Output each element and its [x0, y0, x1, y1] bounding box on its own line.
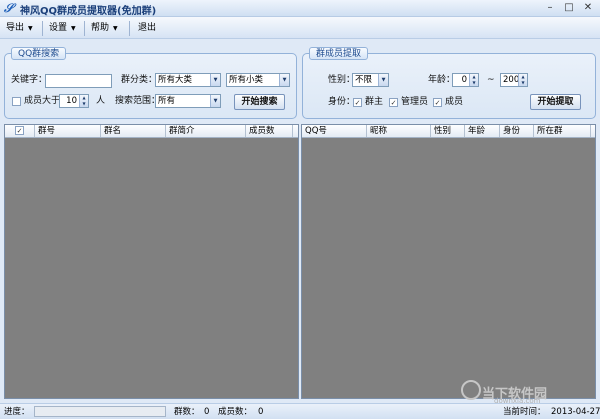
menu-exit[interactable]: 退出 [138, 21, 156, 36]
close-button[interactable]: ✕ [580, 2, 596, 15]
window-title: 神风QQ群成员提取器(免加群) [20, 6, 157, 17]
status-bar: 进度： 群数： 0 成员数： 0 当前时间： 2013-04-27 [0, 403, 600, 419]
column-source-group[interactable]: 所在群 [534, 125, 591, 137]
member-count-label: 成员数： [218, 407, 253, 417]
spinner-arrows-icon[interactable]: ▲ ▼ [79, 95, 88, 107]
menu-exit-label: 退出 [138, 23, 157, 33]
chevron-down-icon[interactable]: ▼ [210, 95, 220, 107]
column-nickname[interactable]: 昵称 [367, 125, 431, 137]
identity-label: 身份： [328, 97, 356, 107]
role-admin-checkbox[interactable]: ✓ [389, 98, 398, 107]
select-all-checkbox[interactable]: ✓ [15, 126, 24, 135]
qq-group-search-title: QQ群搜索 [11, 47, 67, 60]
chevron-down-icon: ▼ [28, 25, 33, 32]
members-over-label: 成员大于 [24, 96, 61, 106]
menu-separator [129, 21, 130, 36]
members-over-value: 10 [66, 96, 77, 106]
group-table-header: ✓ 群号 群名 群简介 成员数 [5, 125, 298, 138]
column-group-name[interactable]: 群名 [101, 125, 166, 137]
column-gender[interactable]: 性别 [431, 125, 465, 137]
member-table[interactable]: QQ号 昵称 性别 年龄 身份 所在群 [301, 124, 596, 399]
category-minor-value: 所有小类 [229, 75, 264, 85]
spinner-arrows-icon[interactable]: ▲ ▼ [469, 74, 478, 86]
column-age[interactable]: 年龄 [465, 125, 500, 137]
members-over-spinner[interactable]: 10 ▲ ▼ [59, 94, 89, 108]
gender-value: 不限 [355, 75, 373, 85]
age-label: 年龄： [428, 75, 456, 85]
member-table-header: QQ号 昵称 性别 年龄 身份 所在群 [302, 125, 595, 138]
group-count-value: 0 [204, 407, 210, 417]
age-to-spinner[interactable]: 200 ▲ ▼ [500, 73, 528, 87]
chevron-down-icon[interactable]: ▼ [210, 74, 220, 86]
scope-label: 搜索范围： [115, 96, 161, 106]
member-count-value: 0 [258, 407, 264, 417]
chevron-down-icon[interactable]: ▼ [279, 74, 289, 86]
column-qq-number[interactable]: QQ号 [302, 125, 367, 137]
scope-select[interactable]: 所有 ▼ [155, 94, 221, 108]
role-member-checkbox[interactable]: ✓ [433, 98, 442, 107]
menu-settings[interactable]: 设置 ▼ [49, 21, 76, 36]
category-major-select[interactable]: 所有大类 ▼ [155, 73, 221, 87]
column-identity[interactable]: 身份 [500, 125, 534, 137]
menu-settings-label: 设置 [49, 23, 68, 33]
chevron-down-icon[interactable]: ▼ [378, 74, 388, 86]
keyword-label: 关键字： [11, 75, 48, 85]
menu-export-label: 导出 [6, 23, 25, 33]
title-bar: 𝒮 神风QQ群成员提取器(免加群) – □ ✕ [0, 0, 600, 17]
role-member-label: 成员 [445, 97, 464, 107]
column-group-intro[interactable]: 群简介 [166, 125, 246, 137]
age-from-spinner[interactable]: 0 ▲ ▼ [452, 73, 479, 87]
age-separator: ~ [487, 75, 495, 85]
progress-bar [34, 406, 166, 417]
column-group-id[interactable]: 群号 [35, 125, 101, 137]
age-from-value: 0 [461, 75, 467, 85]
menu-separator [84, 21, 85, 36]
watermark-logo-icon [461, 380, 481, 400]
category-major-value: 所有大类 [158, 75, 193, 85]
time-value: 2013-04-27 [551, 407, 600, 417]
members-unit-label: 人 [96, 96, 106, 106]
column-member-count[interactable]: 成员数 [246, 125, 293, 137]
gender-select[interactable]: 不限 ▼ [352, 73, 389, 87]
chevron-down-icon: ▼ [71, 25, 76, 32]
members-over-checkbox[interactable] [12, 97, 21, 106]
group-count-label: 群数： [174, 407, 200, 417]
age-to-value: 200 [503, 75, 520, 85]
category-label: 群分类： [121, 75, 158, 85]
start-extract-button[interactable]: 开始提取 [530, 94, 581, 110]
keyword-input[interactable] [45, 74, 112, 88]
menu-bar: 导出 ▼ 设置 ▼ 帮助 ▼ 退出 [0, 17, 600, 39]
role-owner-checkbox[interactable]: ✓ [353, 98, 362, 107]
group-table[interactable]: ✓ 群号 群名 群简介 成员数 [4, 124, 299, 399]
time-label: 当前时间： [503, 407, 546, 417]
category-minor-select[interactable]: 所有小类 ▼ [226, 73, 290, 87]
menu-help[interactable]: 帮助 ▼ [91, 21, 118, 36]
scope-value: 所有 [158, 96, 176, 106]
menu-separator [42, 21, 43, 36]
role-owner-label: 群主 [365, 97, 384, 107]
chevron-down-icon: ▼ [113, 25, 118, 32]
spinner-arrows-icon[interactable]: ▲ ▼ [518, 74, 527, 86]
menu-export[interactable]: 导出 ▼ [6, 21, 33, 36]
menu-help-label: 帮助 [91, 23, 110, 33]
gender-label: 性别： [328, 75, 356, 85]
role-admin-label: 管理员 [401, 97, 429, 107]
start-search-button[interactable]: 开始搜索 [234, 94, 285, 110]
app-logo-icon: 𝒮 [4, 1, 14, 15]
minimize-button[interactable]: – [542, 2, 558, 15]
member-extract-title: 群成员提取 [309, 47, 369, 60]
maximize-button[interactable]: □ [561, 2, 577, 15]
progress-label: 进度： [4, 407, 30, 417]
header-select-all[interactable]: ✓ [5, 125, 35, 137]
